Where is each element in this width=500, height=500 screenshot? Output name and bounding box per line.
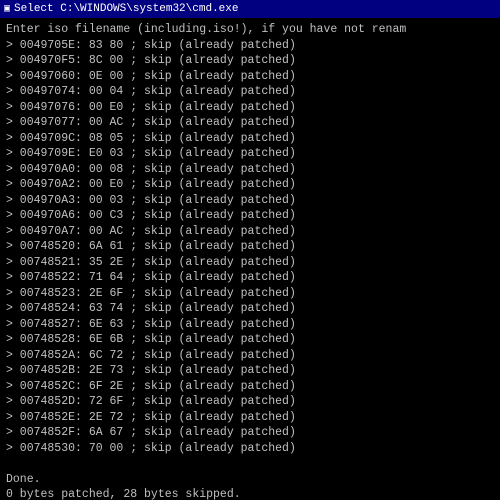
terminal-row: > 00748523: 2E 6F ; skip (already patche… xyxy=(6,286,494,302)
terminal-row: > 00748528: 6E 6B ; skip (already patche… xyxy=(6,332,494,348)
bytes-line: 0 bytes patched, 28 bytes skipped. xyxy=(6,487,494,500)
terminal-row: > 00497076: 00 E0 ; skip (already patche… xyxy=(6,100,494,116)
terminal-row: > 00748524: 63 74 ; skip (already patche… xyxy=(6,301,494,317)
terminal-row: > 004970A2: 00 E0 ; skip (already patche… xyxy=(6,177,494,193)
terminal-row: > 00497077: 00 AC ; skip (already patche… xyxy=(6,115,494,131)
cmd-icon: ▣ xyxy=(4,3,10,15)
terminal-row: > 00748521: 35 2E ; skip (already patche… xyxy=(6,255,494,271)
terminal-row: > 0074852C: 6F 2E ; skip (already patche… xyxy=(6,379,494,395)
terminal-window: Enter iso filename (including.iso!), if … xyxy=(0,18,500,500)
terminal-row: > 00748527: 6E 63 ; skip (already patche… xyxy=(6,317,494,333)
terminal-row: > 00748520: 6A 61 ; skip (already patche… xyxy=(6,239,494,255)
terminal-row: > 0049705E: 83 80 ; skip (already patche… xyxy=(6,38,494,54)
terminal-row: > 004970A3: 00 03 ; skip (already patche… xyxy=(6,193,494,209)
terminal-row: > 00748522: 71 64 ; skip (already patche… xyxy=(6,270,494,286)
terminal-row: > 00497060: 0E 00 ; skip (already patche… xyxy=(6,69,494,85)
terminal-row: > 004970A7: 00 AC ; skip (already patche… xyxy=(6,224,494,240)
terminal-row: > 0049709C: 08 05 ; skip (already patche… xyxy=(6,131,494,147)
terminal-row: > 00497074: 00 04 ; skip (already patche… xyxy=(6,84,494,100)
terminal-row: > 004970A6: 00 C3 ; skip (already patche… xyxy=(6,208,494,224)
window-title: Select C:\WINDOWS\system32\cmd.exe xyxy=(14,3,238,15)
terminal-row: > 0074852E: 2E 72 ; skip (already patche… xyxy=(6,410,494,426)
terminal-row: > 0074852A: 6C 72 ; skip (already patche… xyxy=(6,348,494,364)
done-line xyxy=(6,456,494,472)
summary-line: Done. xyxy=(6,472,494,488)
terminal-row: > 0049709E: E0 03 ; skip (already patche… xyxy=(6,146,494,162)
intro-line: Enter iso filename (including.iso!), if … xyxy=(6,22,494,38)
title-bar: ▣ Select C:\WINDOWS\system32\cmd.exe xyxy=(0,0,500,18)
terminal-row: > 0074852F: 6A 67 ; skip (already patche… xyxy=(6,425,494,441)
output-rows: > 0049705E: 83 80 ; skip (already patche… xyxy=(6,38,494,457)
terminal-row: > 0074852B: 2E 73 ; skip (already patche… xyxy=(6,363,494,379)
terminal-row: > 0074852D: 72 6F ; skip (already patche… xyxy=(6,394,494,410)
terminal-row: > 004970A0: 00 08 ; skip (already patche… xyxy=(6,162,494,178)
terminal-row: > 00748530: 70 00 ; skip (already patche… xyxy=(6,441,494,457)
terminal-row: > 004970F5: 8C 00 ; skip (already patche… xyxy=(6,53,494,69)
